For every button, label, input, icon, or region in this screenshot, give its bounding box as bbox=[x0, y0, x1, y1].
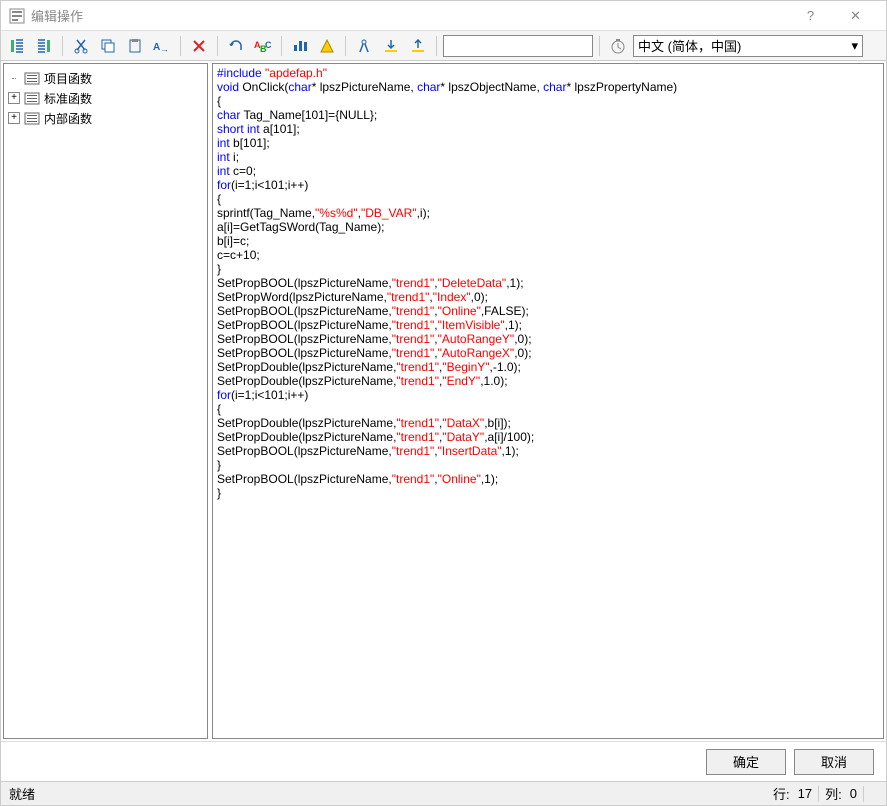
code-line: int i; bbox=[217, 150, 879, 164]
syntax-color-icon[interactable]: ABC bbox=[251, 34, 275, 58]
separator bbox=[436, 36, 437, 56]
code-line: { bbox=[217, 402, 879, 416]
window-title: 编辑操作 bbox=[31, 6, 788, 25]
toolbar-input[interactable] bbox=[443, 35, 593, 57]
main-area: 项目函数 + 标准函数 + 内部函数 #include "apdefap.h"void … bbox=[1, 61, 886, 741]
import-icon[interactable] bbox=[379, 34, 403, 58]
ok-button[interactable]: 确定 bbox=[706, 749, 786, 775]
button-bar: 确定 取消 bbox=[1, 741, 886, 781]
indent-left-icon[interactable] bbox=[5, 34, 29, 58]
tree-item[interactable]: + 标准函数 bbox=[6, 88, 205, 108]
line-value: 17 bbox=[794, 786, 816, 801]
code-line: SetPropWord(lpszPictureName,"trend1","In… bbox=[217, 290, 879, 304]
tree-item[interactable]: 项目函数 bbox=[6, 68, 205, 88]
line-label: 行: bbox=[769, 784, 794, 803]
export-icon[interactable] bbox=[406, 34, 430, 58]
code-line: for(i=1;i<101;i++) bbox=[217, 388, 879, 402]
code-line: SetPropBOOL(lpszPictureName,"trend1","In… bbox=[217, 444, 879, 458]
tree-item-label: 标准函数 bbox=[44, 90, 92, 107]
language-label: 中文 (简体，中国) bbox=[638, 36, 741, 55]
svg-text:→: → bbox=[160, 44, 169, 54]
code-line: a[i]=GetTagSWord(Tag_Name); bbox=[217, 220, 879, 234]
undo-icon[interactable] bbox=[224, 34, 248, 58]
folder-icon bbox=[24, 111, 40, 125]
code-line: SetPropBOOL(lpszPictureName,"trend1","It… bbox=[217, 318, 879, 332]
cancel-button[interactable]: 取消 bbox=[794, 749, 874, 775]
code-line: SetPropDouble(lpszPictureName,"trend1","… bbox=[217, 374, 879, 388]
delete-icon[interactable] bbox=[187, 34, 211, 58]
separator bbox=[281, 36, 282, 56]
tree-item[interactable]: + 内部函数 bbox=[6, 108, 205, 128]
toolbar: A→ ABC 中文 (简体，中国) ▾ bbox=[1, 31, 886, 61]
code-line: SetPropBOOL(lpszPictureName,"trend1","Au… bbox=[217, 332, 879, 346]
clock-icon[interactable] bbox=[606, 34, 630, 58]
tag-dialog-icon[interactable]: A→ bbox=[150, 34, 174, 58]
compass-icon[interactable] bbox=[352, 34, 376, 58]
indent-right-icon[interactable] bbox=[32, 34, 56, 58]
copy-icon[interactable] bbox=[96, 34, 120, 58]
separator bbox=[62, 36, 63, 56]
col-label: 列: bbox=[821, 784, 846, 803]
tree-expand-icon[interactable]: + bbox=[8, 112, 20, 124]
titlebar: 编辑操作 ? ✕ bbox=[1, 1, 886, 31]
code-line: } bbox=[217, 262, 879, 276]
separator bbox=[863, 786, 864, 802]
app-icon bbox=[9, 8, 25, 24]
code-line: #include "apdefap.h" bbox=[217, 66, 879, 80]
separator bbox=[180, 36, 181, 56]
code-line: int c=0; bbox=[217, 164, 879, 178]
code-line: { bbox=[217, 94, 879, 108]
dropdown-arrow-icon: ▾ bbox=[851, 38, 858, 54]
code-line: SetPropBOOL(lpszPictureName,"trend1","On… bbox=[217, 472, 879, 486]
function-tree[interactable]: 项目函数 + 标准函数 + 内部函数 bbox=[3, 63, 208, 739]
paste-icon[interactable] bbox=[123, 34, 147, 58]
help-button[interactable]: ? bbox=[788, 2, 833, 30]
separator bbox=[217, 36, 218, 56]
code-line: SetPropBOOL(lpszPictureName,"trend1","De… bbox=[217, 276, 879, 290]
separator bbox=[599, 36, 600, 56]
separator bbox=[818, 786, 819, 802]
code-line: SetPropDouble(lpszPictureName,"trend1","… bbox=[217, 430, 879, 444]
code-line: SetPropDouble(lpszPictureName,"trend1","… bbox=[217, 416, 879, 430]
folder-icon bbox=[24, 71, 40, 85]
code-line: int b[101]; bbox=[217, 136, 879, 150]
compile-icon[interactable] bbox=[288, 34, 312, 58]
code-line: } bbox=[217, 458, 879, 472]
code-line: char Tag_Name[101]={NULL}; bbox=[217, 108, 879, 122]
code-line: b[i]=c; bbox=[217, 234, 879, 248]
code-editor[interactable]: #include "apdefap.h"void OnClick(char* l… bbox=[212, 63, 884, 739]
build-icon[interactable] bbox=[315, 34, 339, 58]
code-line: void OnClick(char* lpszPictureName, char… bbox=[217, 80, 879, 94]
code-line: c=c+10; bbox=[217, 248, 879, 262]
code-line: { bbox=[217, 192, 879, 206]
statusbar: 就绪 行: 17 列: 0 bbox=[1, 781, 886, 805]
folder-icon bbox=[24, 91, 40, 105]
code-line: short int a[101]; bbox=[217, 122, 879, 136]
code-line: sprintf(Tag_Name,"%s%d","DB_VAR",i); bbox=[217, 206, 879, 220]
code-line: SetPropBOOL(lpszPictureName,"trend1","Au… bbox=[217, 346, 879, 360]
tree-expand-icon[interactable]: + bbox=[8, 92, 20, 104]
close-button[interactable]: ✕ bbox=[833, 2, 878, 30]
tree-expand-icon bbox=[8, 72, 20, 84]
status-ready: 就绪 bbox=[9, 784, 769, 803]
code-line: SetPropDouble(lpszPictureName,"trend1","… bbox=[217, 360, 879, 374]
svg-text:C: C bbox=[265, 40, 272, 50]
separator bbox=[345, 36, 346, 56]
col-value: 0 bbox=[846, 786, 861, 801]
code-line: } bbox=[217, 486, 879, 500]
tree-item-label: 内部函数 bbox=[44, 110, 92, 127]
language-select[interactable]: 中文 (简体，中国) ▾ bbox=[633, 35, 863, 57]
code-line: SetPropBOOL(lpszPictureName,"trend1","On… bbox=[217, 304, 879, 318]
tree-item-label: 项目函数 bbox=[44, 70, 92, 87]
cut-icon[interactable] bbox=[69, 34, 93, 58]
code-line: for(i=1;i<101;i++) bbox=[217, 178, 879, 192]
